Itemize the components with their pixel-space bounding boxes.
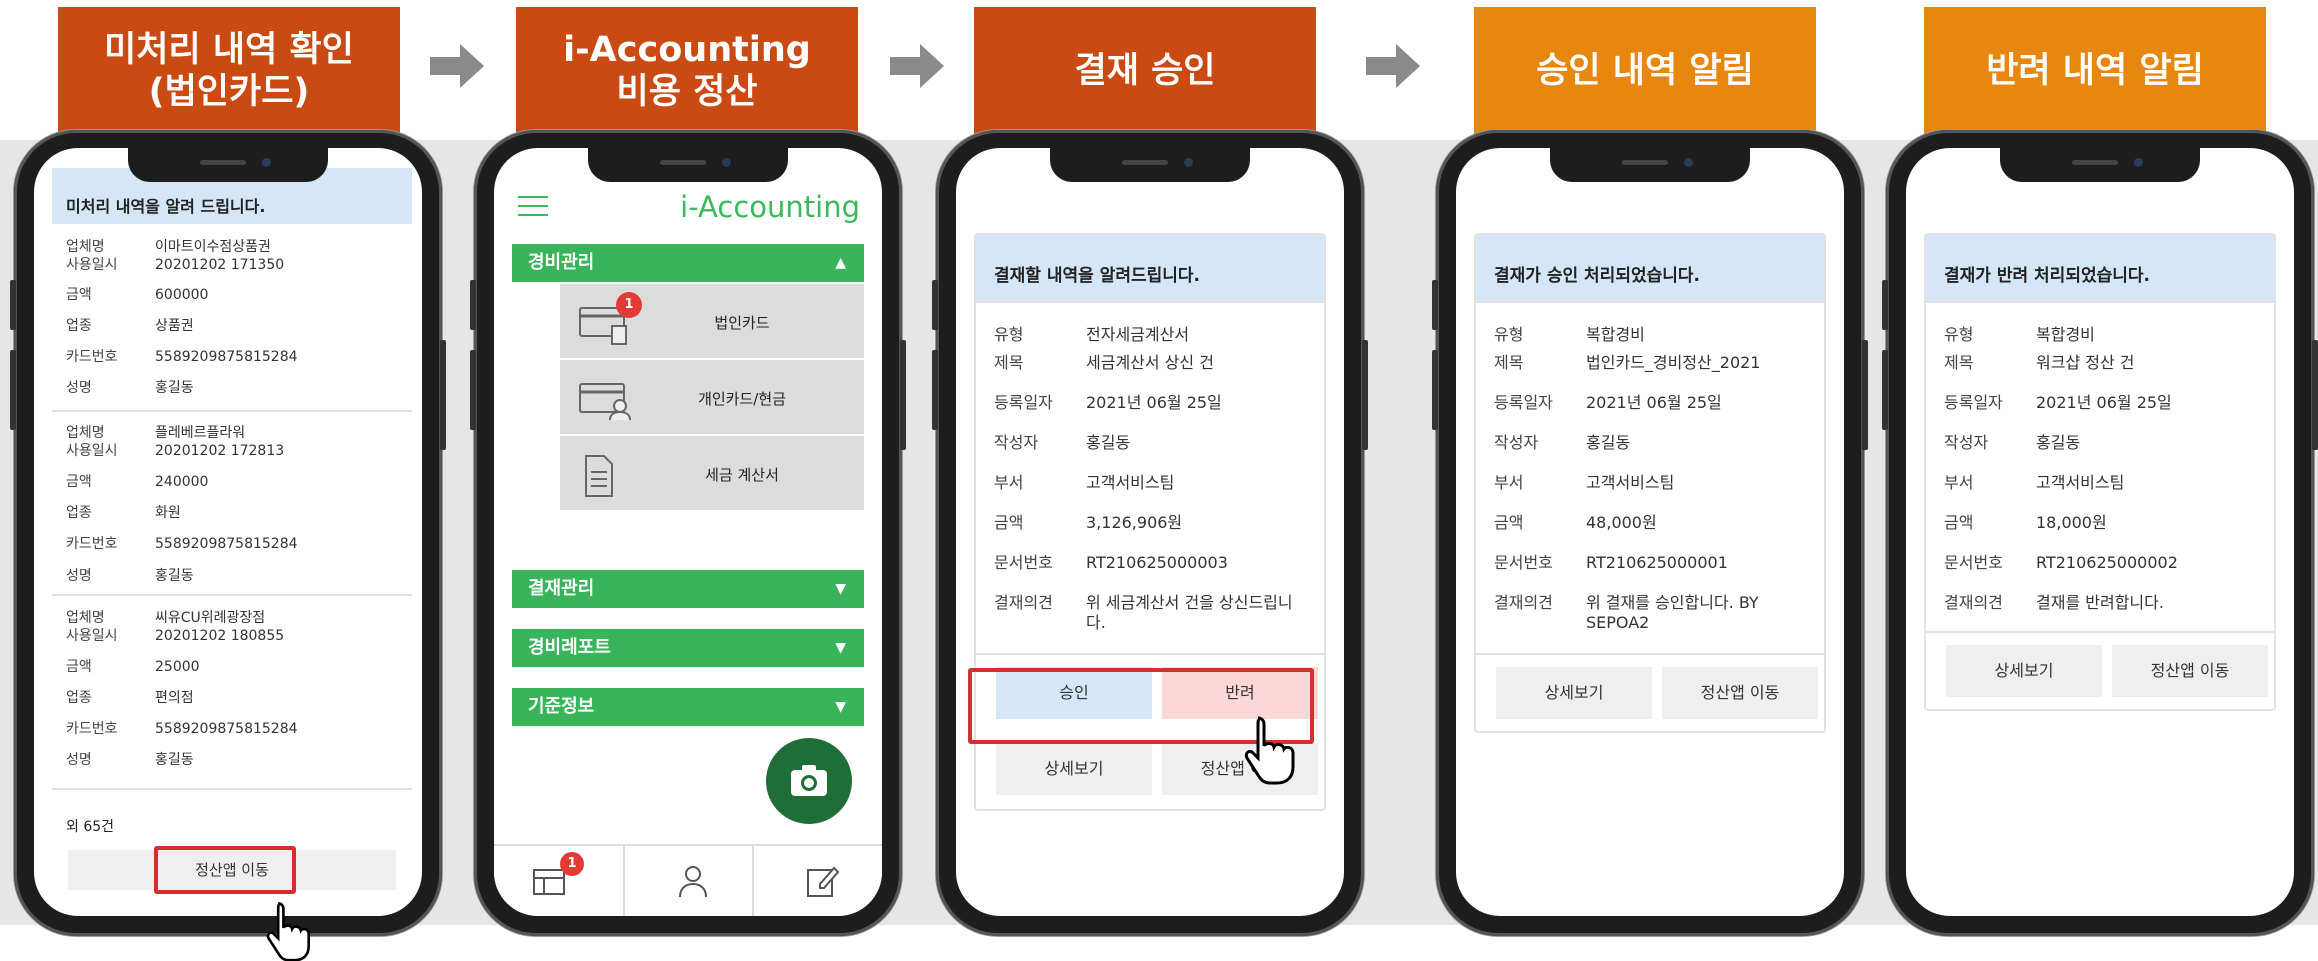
card-banner: 결재가 반려 처리되었습니다. xyxy=(1926,235,2274,303)
step-header-3: 결재 승인 xyxy=(974,7,1316,135)
detail-button[interactable]: 상세보기 xyxy=(1946,645,2102,697)
hamburger-menu-icon[interactable] xyxy=(518,196,548,216)
menu-approval-management[interactable]: 결재관리 ▼ xyxy=(512,570,864,608)
triangle-down-icon: ▼ xyxy=(835,581,846,597)
step-header-4: 승인 내역 알림 xyxy=(1474,7,1816,135)
tab-list[interactable]: 1 xyxy=(494,846,623,916)
more-count: 외 65건 xyxy=(66,819,115,835)
arrow-right-icon xyxy=(430,44,484,88)
tab-write[interactable] xyxy=(752,846,881,916)
hand-pointer-icon xyxy=(266,902,310,961)
camera-icon xyxy=(791,765,827,796)
phone-approval: 결재할 내역을 알려드립니다. 유형 전자세금계산서 제목 세금계산서 상신 건 등… xyxy=(932,130,1368,936)
submenu-corporate-card[interactable]: 1 법인카드 xyxy=(560,284,864,358)
triangle-up-icon: ▲ xyxy=(835,255,846,271)
edit-icon xyxy=(807,866,840,897)
camera-button[interactable] xyxy=(766,738,852,824)
rejected-card: 결재가 반려 처리되었습니다. 유형 복합경비 제목 워크샵 정산 건 등록일자 20… xyxy=(1924,233,2276,711)
submenu-tax-invoice[interactable]: 세금 계산서 xyxy=(560,436,864,510)
phone-unprocessed: 미처리 내역을 알려 드립니다. 업체명 이마트이수점상품권 사용일시 202012… xyxy=(10,130,446,936)
bottom-tab-bar: 1 xyxy=(494,844,882,916)
highlight-box xyxy=(154,846,296,894)
hand-pointer-icon xyxy=(1244,716,1295,785)
triangle-down-icon: ▼ xyxy=(835,699,846,715)
menu-expense-management[interactable]: 경비관리 ▲ xyxy=(512,244,864,282)
go-app-button[interactable]: 정산앱 이동 xyxy=(1662,667,1818,719)
user-icon xyxy=(679,866,708,898)
list-item: 업체명 씨유CU위례광장점 사용일시 20201202 180855 금액 25000… xyxy=(66,610,298,768)
detail-button[interactable]: 상세보기 xyxy=(996,743,1152,795)
phone-rejected-notice: 결재가 반려 처리되었습니다. 유형 복합경비 제목 워크샵 정산 건 등록일자 20… xyxy=(1882,130,2318,936)
phone-iaccounting: i-Accounting 경비관리 ▲ 1 법인카드 개인카드/현금 세금 계산서… xyxy=(470,130,906,936)
phone-approved-notice: 결재가 승인 처리되었습니다. 유형 복합경비 제목 법인카드_경비정산_2021 … xyxy=(1432,130,1868,936)
tab-profile[interactable] xyxy=(623,846,752,916)
list-item: 업체명 플레베르플라워 사용일시 20201202 172813 금액 240000 … xyxy=(66,425,298,584)
arrow-right-icon xyxy=(890,44,944,88)
menu-base-info[interactable]: 기준정보 ▼ xyxy=(512,688,864,726)
notification-badge: 1 xyxy=(560,852,584,876)
triangle-down-icon: ▼ xyxy=(835,640,846,656)
go-app-button[interactable]: 정산앱 이동 xyxy=(2112,645,2268,697)
step-header-5: 반려 내역 알림 xyxy=(1924,7,2266,135)
divider xyxy=(52,788,412,790)
card-banner: 결재가 승인 처리되었습니다. xyxy=(1476,235,1824,303)
detail-button[interactable]: 상세보기 xyxy=(1496,667,1652,719)
step-header-2: i-Accounting 비용 정산 xyxy=(516,7,858,135)
arrow-right-icon xyxy=(1366,44,1420,88)
approved-card: 결재가 승인 처리되었습니다. 유형 복합경비 제목 법인카드_경비정산_2021 … xyxy=(1474,233,1826,733)
list-item: 업체명 이마트이수점상품권 사용일시 20201202 171350 금액 60000… xyxy=(66,239,298,396)
app-title: i-Accounting xyxy=(680,190,860,224)
card-banner: 결재할 내역을 알려드립니다. xyxy=(976,235,1324,303)
step-header-1: 미처리 내역 확인 (법인카드) xyxy=(58,7,400,135)
menu-expense-report[interactable]: 경비레포트 ▼ xyxy=(512,629,864,667)
submenu-personal-card[interactable]: 개인카드/현금 xyxy=(560,360,864,434)
